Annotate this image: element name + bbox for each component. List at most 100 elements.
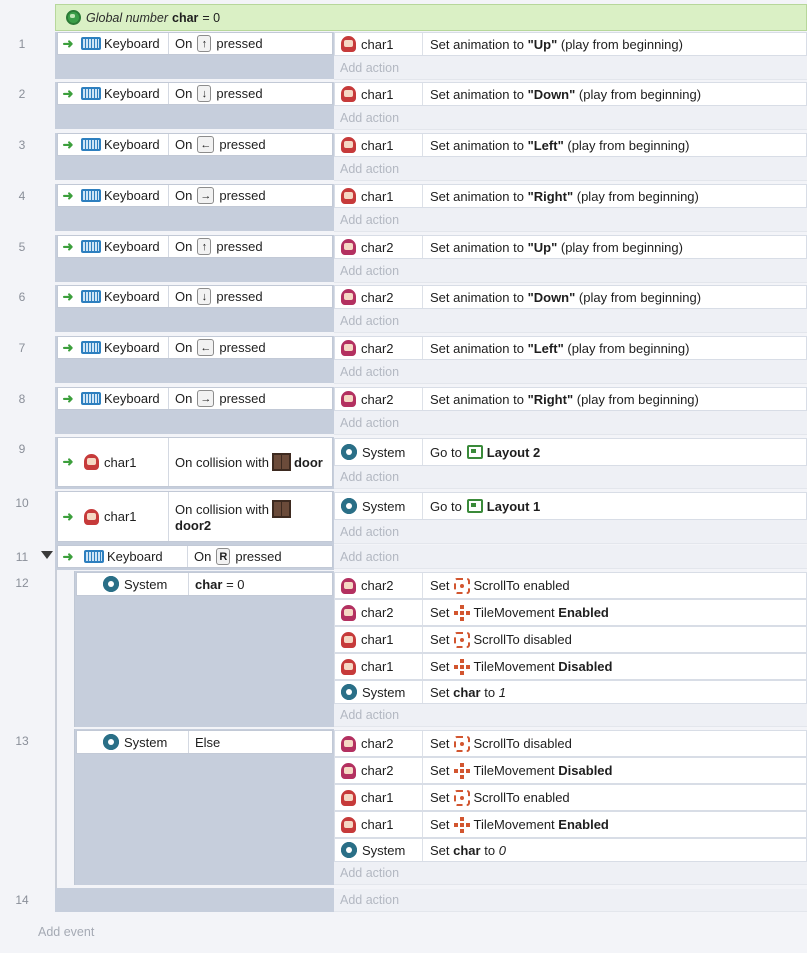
action-row[interactable]: char2 Set TileMovement Disabled bbox=[334, 757, 807, 784]
keyboard-condition[interactable]: ➜ Keyboard On ↑ pressed bbox=[57, 32, 333, 55]
collision-condition[interactable]: ➜ char1 On collision with door2 bbox=[57, 491, 333, 542]
collision-condition[interactable]: ➜ char1 On collision with door bbox=[57, 437, 333, 487]
action-row[interactable]: System Go to Layout 2 bbox=[334, 438, 807, 466]
character-sprite-icon bbox=[341, 816, 356, 833]
condition-on: On bbox=[175, 391, 193, 406]
add-action-link[interactable]: Add action bbox=[334, 862, 807, 885]
action-text: Set animation to bbox=[430, 188, 524, 204]
action-value: "Up" bbox=[527, 36, 558, 52]
event-12-condition[interactable]: System char = 0 bbox=[76, 572, 333, 596]
action-object: char2 bbox=[361, 736, 394, 751]
layout-icon bbox=[466, 499, 483, 513]
action-row[interactable]: char1 Set TileMovement Disabled bbox=[334, 653, 807, 680]
line-number: 5 bbox=[18, 240, 26, 254]
action-row[interactable]: char1 Set ScrollTo disabled bbox=[334, 626, 807, 653]
character-sprite-icon bbox=[84, 454, 99, 470]
action-row[interactable]: char2 Set animation to "Up" (play from b… bbox=[334, 235, 807, 259]
action-row[interactable]: char1 Set animation to "Down" (play from… bbox=[334, 82, 807, 106]
condition-on: On bbox=[175, 188, 193, 203]
add-action-link[interactable]: Add action bbox=[334, 56, 807, 80]
keyboard-icon bbox=[81, 87, 101, 100]
behavior-state: enabled bbox=[523, 578, 570, 593]
global-variable-row[interactable]: Global number char = 0 bbox=[55, 4, 807, 31]
add-action-link[interactable]: Add action bbox=[334, 157, 807, 181]
action-row[interactable]: System Set char to 0 bbox=[334, 838, 807, 862]
action-suffix: (play from beginning) bbox=[578, 86, 702, 102]
collapse-triangle-icon[interactable] bbox=[41, 551, 53, 559]
condition-pressed: pressed bbox=[219, 391, 266, 406]
add-action-link[interactable]: Add action bbox=[334, 411, 807, 435]
global-var-name: char bbox=[172, 10, 199, 25]
action-text: Set animation to bbox=[430, 239, 524, 255]
action-object: char2 bbox=[361, 578, 394, 593]
line-number: 1 bbox=[18, 37, 26, 51]
action-row[interactable]: System Set char to 1 bbox=[334, 680, 807, 704]
keyboard-condition[interactable]: ➜ Keyboard On ← pressed bbox=[57, 133, 333, 156]
line-number: 14 bbox=[15, 893, 29, 907]
condition-pressed: pressed bbox=[216, 239, 263, 254]
action-set: Set bbox=[430, 817, 450, 832]
arrow-key-icon: → bbox=[197, 390, 215, 407]
condition-on: On bbox=[175, 239, 193, 254]
keyboard-condition[interactable]: ➜ Keyboard On ← pressed bbox=[57, 336, 333, 359]
keyboard-condition[interactable]: ➜ Keyboard On ↑ pressed bbox=[57, 235, 333, 258]
keyboard-icon bbox=[81, 240, 101, 253]
add-action-link[interactable]: Add action bbox=[334, 259, 807, 283]
scrollto-icon bbox=[453, 789, 470, 806]
line-number: 12 bbox=[15, 576, 29, 590]
line-number: 4 bbox=[18, 189, 26, 203]
action-value: "Left" bbox=[527, 340, 564, 356]
action-value: "Down" bbox=[527, 289, 576, 305]
action-row[interactable]: char1 Set ScrollTo enabled bbox=[334, 784, 807, 811]
action-suffix: (play from beginning) bbox=[576, 391, 699, 407]
add-action-link[interactable]: Add action bbox=[334, 309, 807, 333]
character-sprite-icon bbox=[341, 391, 356, 407]
action-row[interactable]: char2 Set ScrollTo disabled bbox=[334, 730, 807, 757]
action-row[interactable]: char1 Set animation to "Left" (play from… bbox=[334, 133, 807, 157]
keyboard-condition[interactable]: ➜ Keyboard On ↓ pressed bbox=[57, 82, 333, 105]
condition-object: Keyboard bbox=[104, 340, 160, 355]
condition-object: char1 bbox=[104, 509, 137, 524]
add-action-link[interactable]: Add action bbox=[334, 466, 807, 489]
condition-object: Keyboard bbox=[104, 36, 160, 51]
arrow-icon: ➜ bbox=[62, 238, 74, 254]
action-object: char2 bbox=[361, 391, 394, 407]
action-row[interactable]: char2 Set ScrollTo enabled bbox=[334, 572, 807, 599]
add-action-link[interactable]: Add action bbox=[334, 704, 807, 727]
add-action-link[interactable]: Add action bbox=[334, 520, 807, 544]
gear-icon bbox=[341, 444, 357, 460]
action-text: Go to bbox=[430, 444, 462, 460]
add-action-link[interactable]: Add action bbox=[334, 889, 807, 912]
action-row[interactable]: char2 Set animation to "Right" (play fro… bbox=[334, 387, 807, 411]
action-row[interactable]: char1 Set TileMovement Enabled bbox=[334, 811, 807, 838]
add-action-link[interactable]: Add action bbox=[334, 106, 807, 130]
add-action-link[interactable]: Add action bbox=[334, 208, 807, 232]
condition-object: char1 bbox=[104, 454, 137, 470]
add-action-link[interactable]: Add action bbox=[334, 545, 807, 569]
keyboard-condition[interactable]: ➜ Keyboard On ↓ pressed bbox=[57, 285, 333, 308]
line-number: 8 bbox=[18, 392, 26, 406]
add-event-link[interactable]: Add event bbox=[38, 925, 94, 939]
condition-on: On bbox=[175, 36, 193, 51]
arrow-icon: ➜ bbox=[62, 390, 74, 406]
action-row[interactable]: char2 Set animation to "Down" (play from… bbox=[334, 285, 807, 309]
action-row[interactable]: char2 Set animation to "Left" (play from… bbox=[334, 336, 807, 360]
event-13-condition[interactable]: System Else bbox=[76, 730, 333, 754]
action-row[interactable]: char2 Set TileMovement Enabled bbox=[334, 599, 807, 626]
action-row[interactable]: System Go to Layout 1 bbox=[334, 492, 807, 520]
arrow-key-icon: ↓ bbox=[197, 288, 212, 305]
character-sprite-icon bbox=[341, 137, 356, 153]
event-11-condition[interactable]: ➜ Keyboard On R pressed bbox=[57, 545, 333, 568]
keyboard-condition[interactable]: ➜ Keyboard On → pressed bbox=[57, 387, 333, 410]
condition-object: Keyboard bbox=[104, 391, 160, 406]
add-action-link[interactable]: Add action bbox=[334, 360, 807, 384]
keyboard-condition[interactable]: ➜ Keyboard On → pressed bbox=[57, 184, 333, 207]
collision-target: door bbox=[293, 454, 323, 470]
action-row[interactable]: char1 Set animation to "Up" (play from b… bbox=[334, 32, 807, 56]
behavior-state: disabled bbox=[523, 736, 572, 751]
character-sprite-icon bbox=[341, 789, 356, 806]
action-object: char1 bbox=[361, 137, 394, 153]
action-row[interactable]: char1 Set animation to "Right" (play fro… bbox=[334, 184, 807, 208]
action-value: "Right" bbox=[527, 188, 574, 204]
condition-var: char bbox=[195, 576, 223, 592]
